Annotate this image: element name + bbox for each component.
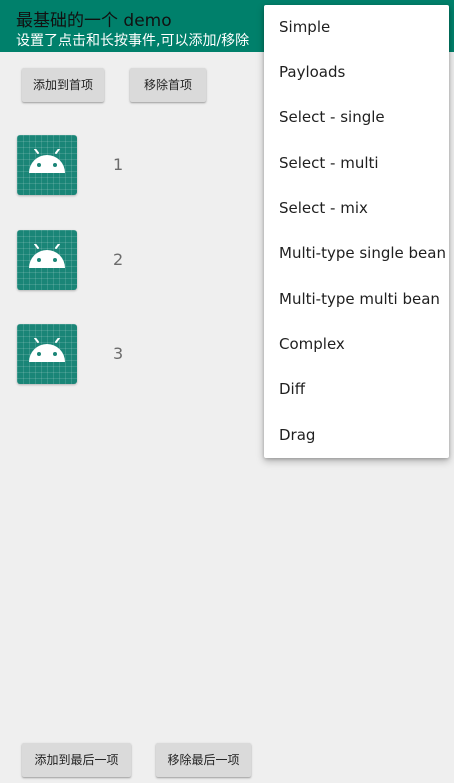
menu-item-diff[interactable]: Diff	[264, 367, 449, 412]
menu-item-select-multi[interactable]: Select - multi	[264, 141, 449, 186]
menu-item-simple[interactable]: Simple	[264, 5, 449, 50]
overflow-menu: Simple Payloads Select - single Select -…	[264, 5, 449, 458]
menu-item-payloads[interactable]: Payloads	[264, 50, 449, 95]
list-item-label: 1	[113, 155, 124, 174]
list-item-label: 2	[113, 250, 124, 269]
list-item-label: 3	[113, 344, 124, 363]
android-icon	[17, 230, 77, 290]
menu-item-select-single[interactable]: Select - single	[264, 95, 449, 140]
menu-item-drag[interactable]: Drag	[264, 413, 449, 458]
toolbar-subtitle: 设置了点击和长按事件,可以添加/移除	[16, 33, 250, 49]
menu-item-select-mix[interactable]: Select - mix	[264, 186, 449, 231]
android-icon	[17, 135, 77, 195]
menu-item-multi-type-multi-bean[interactable]: Multi-type multi bean	[264, 277, 449, 322]
toolbar-title: 最基础的一个 demo	[16, 11, 172, 31]
menu-item-multi-type-single-bean[interactable]: Multi-type single bean	[264, 231, 449, 276]
remove-first-button[interactable]: 移除首项	[130, 68, 206, 102]
remove-last-button[interactable]: 移除最后一项	[156, 743, 251, 777]
android-icon	[17, 324, 77, 384]
menu-item-complex[interactable]: Complex	[264, 322, 449, 367]
add-last-button[interactable]: 添加到最后一项	[22, 743, 131, 777]
add-first-button[interactable]: 添加到首项	[22, 68, 104, 102]
